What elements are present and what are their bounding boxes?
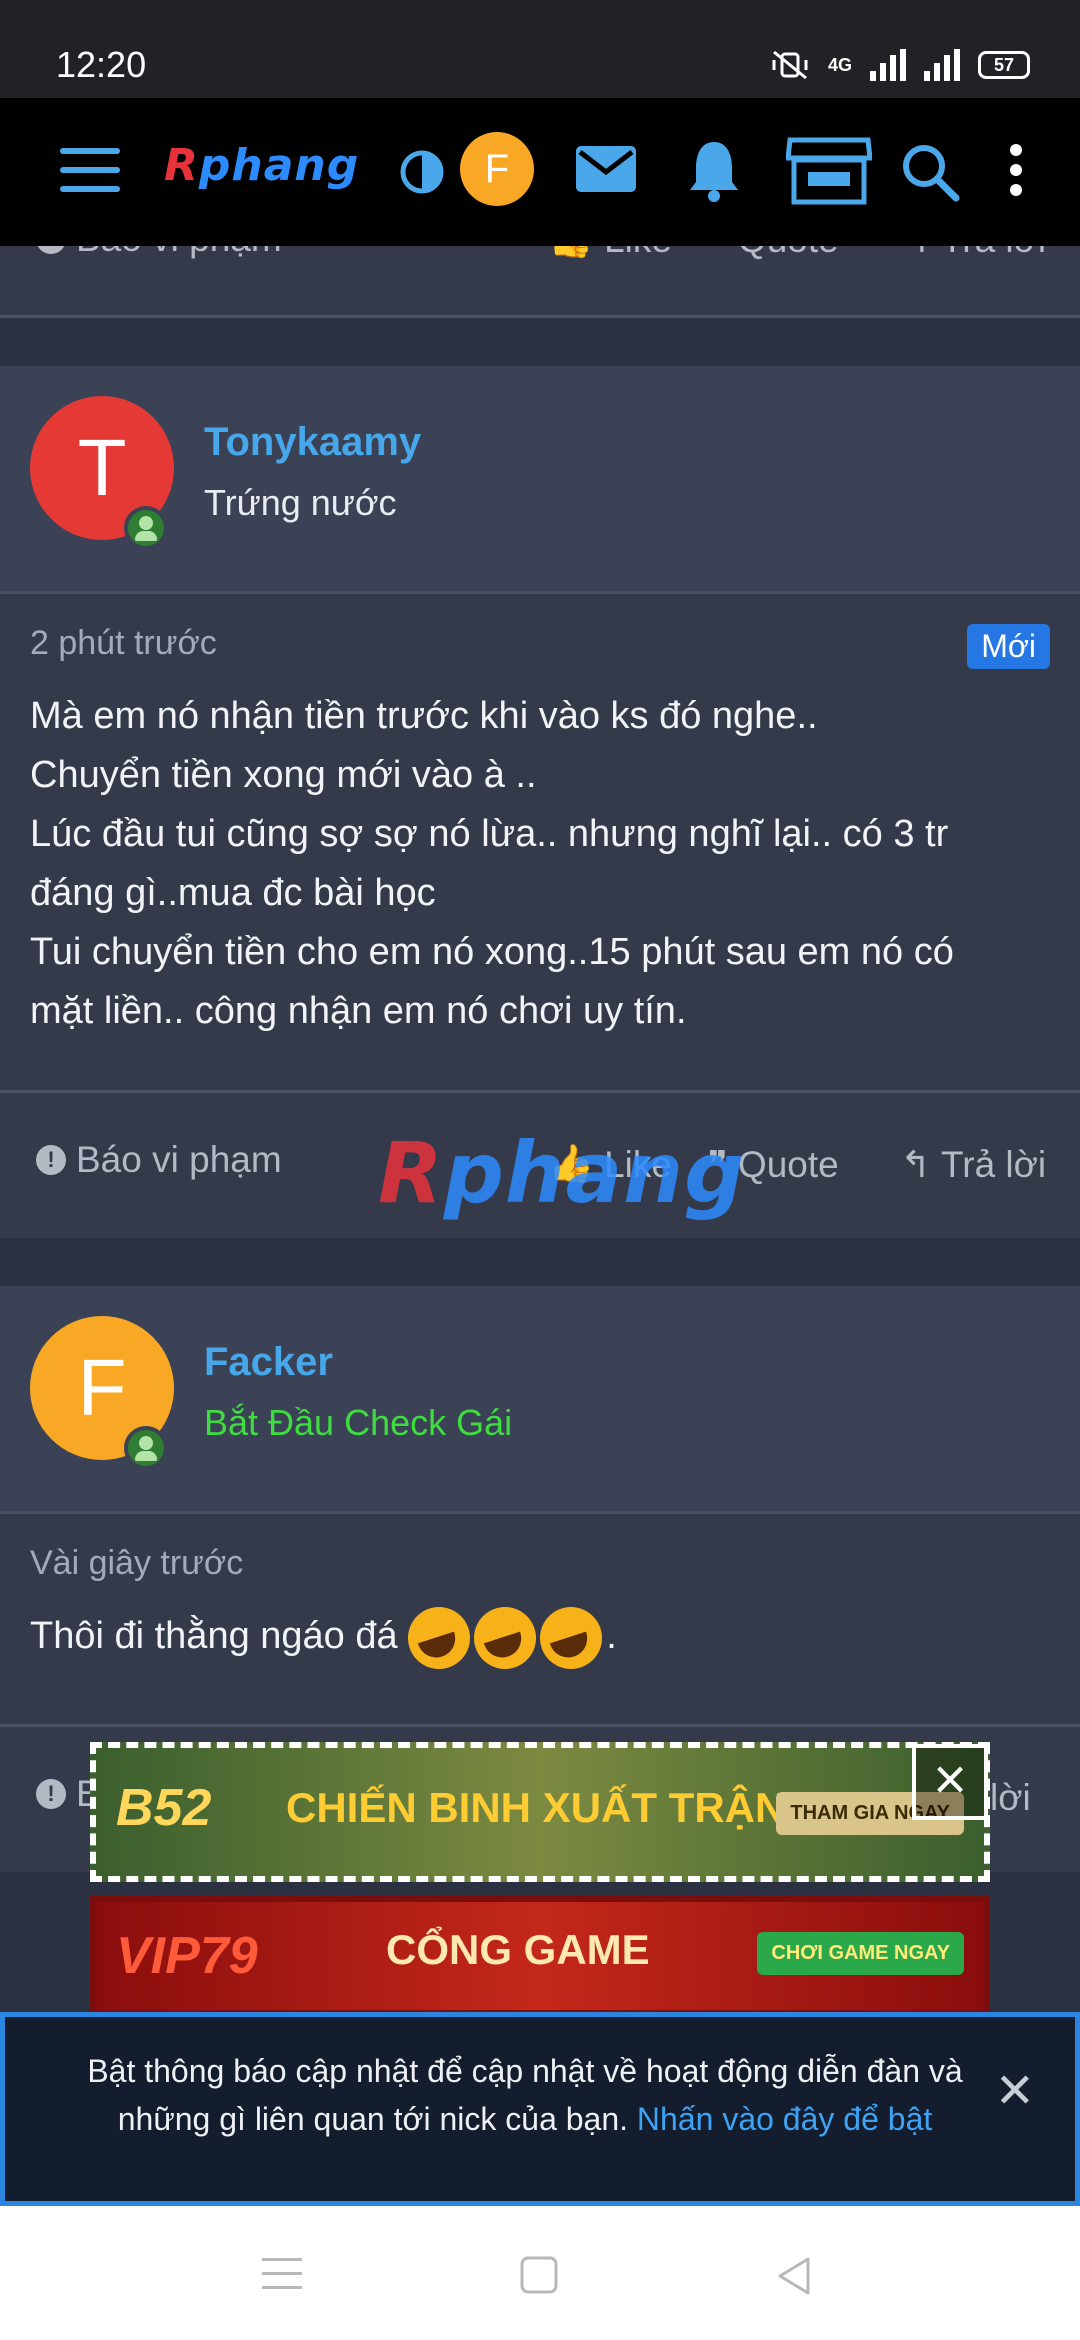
post-time[interactable]: 2 phút trước — [30, 624, 1050, 663]
content-text-end: . — [606, 1615, 617, 1658]
post-time[interactable]: Vài giây trước — [30, 1544, 1050, 1583]
bell-icon[interactable] — [686, 138, 742, 202]
watermark-logo: Rphang — [378, 1124, 746, 1222]
previous-post-footer: !Báo vi phạm 👍Like ❞Quote ↰Trả lời — [0, 246, 1080, 318]
post-header: F Facker Bắt Đầu Check Gái — [0, 1286, 1080, 1514]
user-title: Bắt Đầu Check Gái — [204, 1402, 513, 1443]
status-bar: 12:20 4G 57 — [0, 0, 1080, 98]
status-time: 12:20 — [56, 44, 147, 85]
back-icon[interactable] — [776, 2256, 812, 2296]
signal-icon — [870, 49, 906, 81]
quote-icon: ❞ — [708, 246, 728, 261]
battery-icon: 57 — [978, 51, 1030, 79]
ad-banner[interactable]: B52 CHIẾN BINH XUẤT TRẬN THAM GIA NGAY — [90, 1742, 990, 1882]
reply-button[interactable]: ↰Trả lời — [900, 246, 1046, 261]
ad-brand: VIP79 — [116, 1927, 258, 1985]
ad-title: CỔNG GAME — [386, 1926, 650, 1973]
recents-icon[interactable] — [262, 2256, 302, 2292]
mail-icon[interactable] — [574, 144, 638, 194]
content-line: Tui chuyển tiền cho em nó xong..15 phút … — [30, 931, 954, 973]
ad-cta-button[interactable]: CHƠI GAME NGAY — [757, 1932, 964, 1975]
content-line: Mà em nó nhận tiền trước khi vào ks đó n… — [30, 695, 818, 737]
more-vertical-icon[interactable] — [1006, 142, 1026, 198]
post-body: 2 phút trước Mới Mà em nó nhận tiền trướ… — [0, 594, 1080, 1090]
search-icon[interactable] — [900, 142, 960, 202]
report-icon: ! — [36, 246, 66, 254]
reply-icon: ↰ — [900, 1144, 932, 1185]
content-line: Chuyển tiền xong mới vào à .. — [30, 754, 537, 796]
menu-icon[interactable] — [60, 146, 120, 194]
content-line: Lúc đầu tui cũng sợ sợ nó lừa.. nhưng ng… — [30, 813, 949, 855]
rofl-emoji-icon — [540, 1607, 603, 1669]
forum-post: T Tonykaamy Trứng nước 2 phút trước Mới … — [0, 366, 1080, 1238]
username[interactable]: Facker — [204, 1340, 333, 1385]
notification-text: Bật thông báo cập nhật để cập nhật về ho… — [87, 2053, 963, 2137]
report-button[interactable]: !Báo vi phạm — [36, 246, 282, 260]
username[interactable]: Tonykaamy — [204, 420, 421, 465]
ad-brand: B52 — [116, 1779, 212, 1837]
reply-button[interactable]: ↰Trả lời — [900, 1143, 1046, 1186]
post-content: Mà em nó nhận tiền trước khi vào ks đó n… — [30, 687, 1050, 1041]
close-ad-icon[interactable]: × — [912, 1744, 988, 1820]
content-text: Thôi đi thằng ngáo đá — [30, 1615, 398, 1658]
online-status-icon — [124, 1426, 168, 1470]
network-type: 4G — [827, 54, 852, 75]
new-badge: Mới — [967, 624, 1050, 669]
enable-notifications-link[interactable]: Nhấn vào đây để bật — [637, 2101, 932, 2137]
ad-banner[interactable]: VIP79 CỔNG GAME CHƠI GAME NGAY — [90, 1896, 990, 2016]
reply-icon: ↰ — [900, 246, 931, 261]
ad-title: CHIẾN BINH XUẤT TRẬN — [286, 1784, 786, 1831]
push-notification-banner: Bật thông báo cập nhật để cập nhật về ho… — [0, 2012, 1080, 2206]
user-title: Trứng nước — [204, 482, 397, 523]
like-button[interactable]: 👍Like — [548, 246, 672, 261]
content-line: đáng gì..mua đc bài học — [30, 872, 436, 914]
system-navigation-bar — [0, 2206, 1080, 2340]
report-icon: ! — [36, 1779, 66, 1809]
online-status-icon — [124, 506, 168, 550]
close-icon[interactable]: ✕ — [995, 2063, 1035, 2119]
rofl-emoji-icon — [474, 1607, 537, 1669]
home-icon[interactable] — [520, 2256, 558, 2294]
post-body: Vài giây trước Thôi đi thằng ngáo đá . — [0, 1514, 1080, 1724]
content-line: mặt liền.. công nhận em nó chơi uy tín. — [30, 990, 687, 1032]
contrast-icon[interactable] — [400, 150, 444, 194]
quote-button[interactable]: ❞Quote — [708, 246, 839, 261]
vibrate-mute-icon — [772, 50, 808, 80]
status-icons: 4G 57 — [770, 48, 1030, 82]
user-avatar[interactable]: F — [460, 132, 534, 206]
report-icon: ! — [36, 1145, 66, 1175]
reply-button[interactable]: lời — [990, 1777, 1031, 1819]
signal-icon-2 — [924, 49, 960, 81]
site-logo[interactable]: Rphang — [164, 140, 359, 191]
thumbs-up-icon: 👍 — [548, 246, 594, 261]
post-content: Thôi đi thằng ngáo đá . — [30, 1607, 1050, 1669]
rofl-emoji-icon — [408, 1607, 471, 1669]
report-button[interactable]: !Báo vi phạm — [36, 1139, 282, 1181]
post-header: T Tonykaamy Trứng nước — [0, 366, 1080, 594]
top-navigation: Rphang F — [0, 98, 1080, 246]
store-icon[interactable] — [786, 136, 872, 206]
